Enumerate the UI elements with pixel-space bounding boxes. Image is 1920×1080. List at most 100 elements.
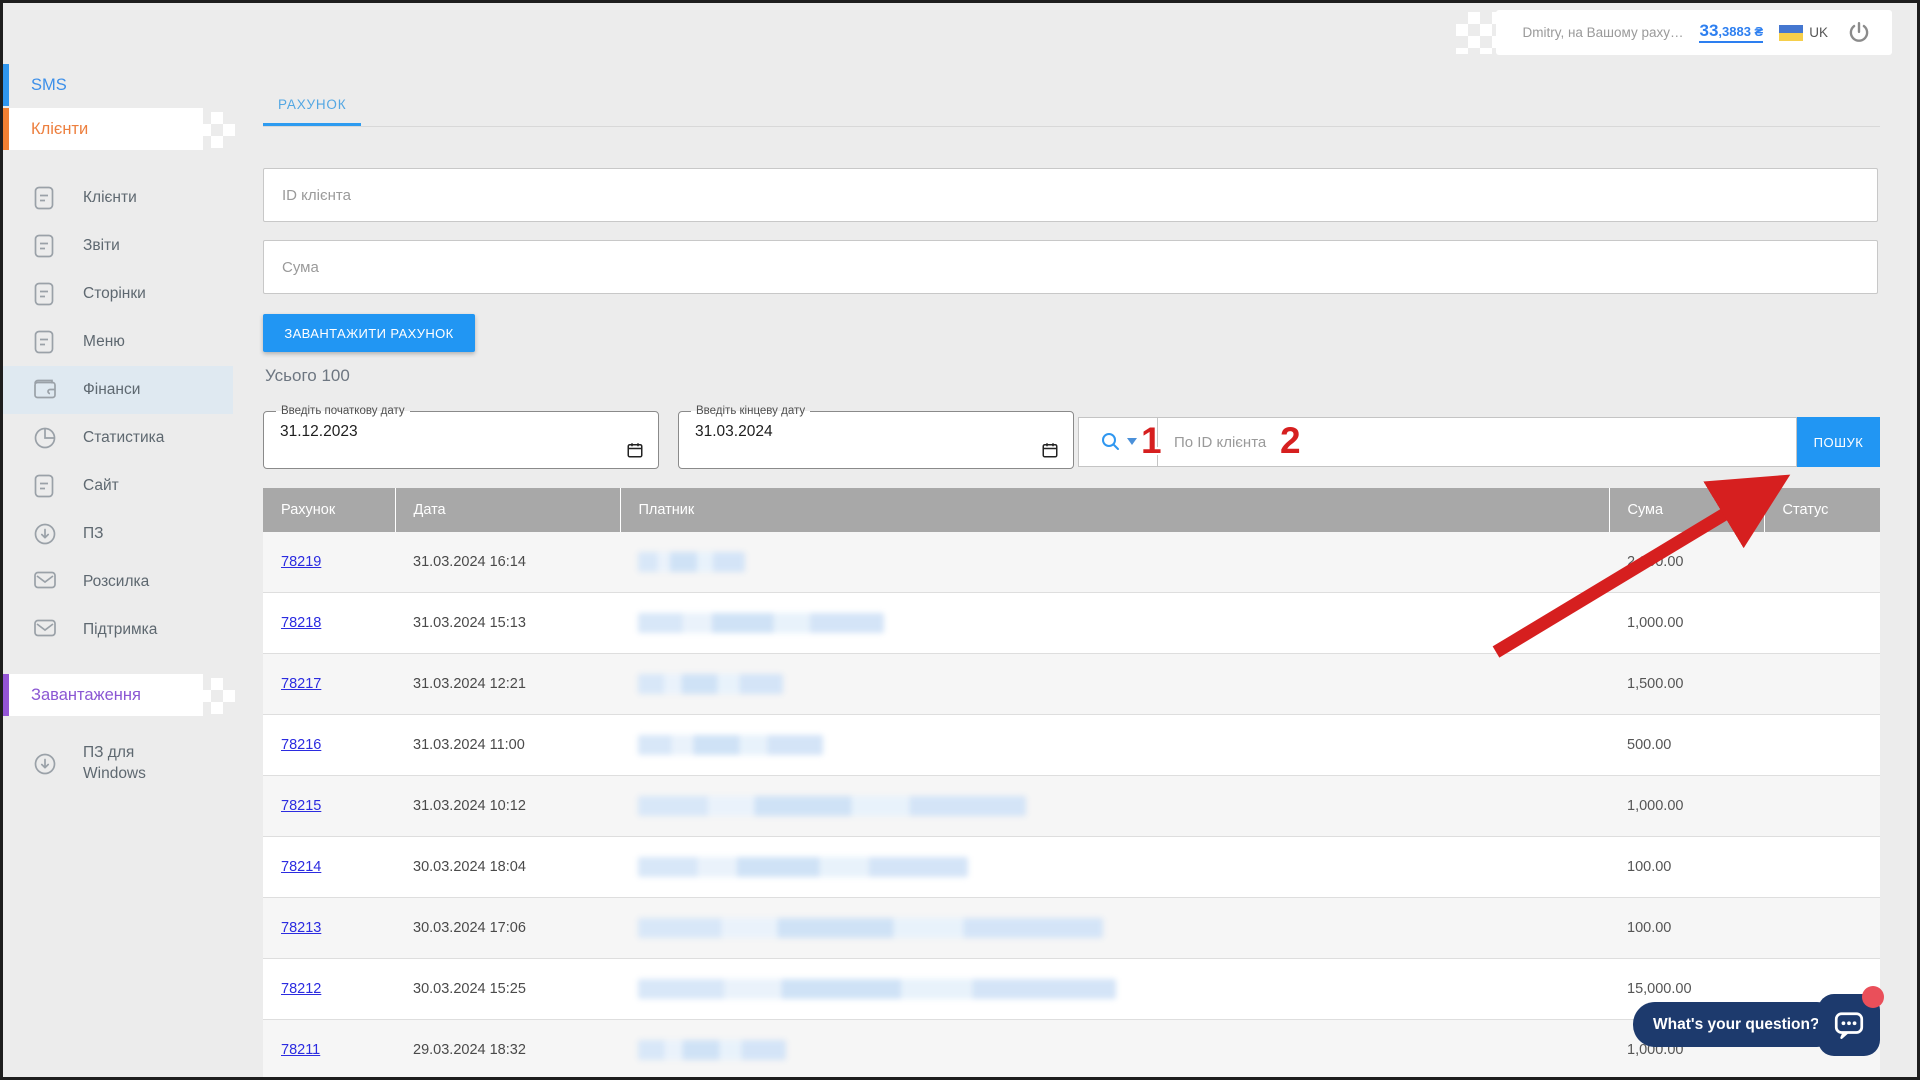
- tab-invoice[interactable]: РАХУНОК: [263, 86, 361, 126]
- table-row: 7821430.03.2024 18:04100.00: [263, 837, 1880, 898]
- total-count-label: Усього 100: [265, 366, 350, 386]
- payer-blurred: [638, 857, 968, 877]
- invoice-amount: 1,000.00: [1609, 593, 1764, 654]
- end-date-value[interactable]: 31.03.2024: [679, 417, 1073, 441]
- payer-blurred: [638, 1040, 786, 1060]
- sidebar-item-label: Розсилка: [83, 572, 149, 593]
- annotation-number-1: 1: [1141, 420, 1162, 462]
- invoice-link[interactable]: 78216: [281, 737, 321, 753]
- payer-blurred: [638, 979, 1116, 999]
- invoice-amount: 500.00: [1609, 715, 1764, 776]
- invoice-link[interactable]: 78215: [281, 798, 321, 814]
- section-color-bar: [3, 64, 9, 106]
- tab-bar: РАХУНОК: [263, 86, 1880, 127]
- invoice-link[interactable]: 78218: [281, 615, 321, 631]
- doc-icon: [33, 186, 57, 210]
- mail-icon: [33, 618, 57, 642]
- invoice-amount: 1,000.00: [1609, 776, 1764, 837]
- table-row: 7821330.03.2024 17:06100.00: [263, 898, 1880, 959]
- annotation-number-2: 2: [1280, 420, 1301, 462]
- start-date-value[interactable]: 31.12.2023: [264, 417, 658, 441]
- chat-prompt-bubble[interactable]: What's your question?: [1633, 1002, 1839, 1047]
- column-header-payer: Платник: [620, 488, 1609, 532]
- sidebar-item-label: Підтримка: [83, 620, 157, 641]
- start-date-label: Введіть початкову дату: [276, 405, 410, 417]
- wallet-icon: [33, 378, 57, 402]
- payer-blurred: [638, 796, 1026, 816]
- invoice-status: [1764, 776, 1880, 837]
- column-header-invoice: Рахунок: [263, 488, 395, 532]
- section-label: SMS: [31, 76, 67, 95]
- sidebar-item-label: Сторінки: [83, 284, 146, 305]
- payer-blurred: [638, 918, 1103, 938]
- mail-icon: [33, 570, 57, 594]
- section-label: Клієнти: [31, 120, 88, 139]
- invoice-link[interactable]: 78214: [281, 859, 321, 875]
- doc-icon: [33, 234, 57, 258]
- sidebar-item[interactable]: ПЗ: [3, 510, 233, 558]
- invoice-amount: 1,500.00: [1609, 654, 1764, 715]
- search-icon: [1099, 430, 1123, 454]
- invoice-link[interactable]: 78211: [281, 1042, 320, 1058]
- invoice-date: 31.03.2024 16:14: [395, 532, 620, 593]
- sidebar-item-label: Фінанси: [83, 380, 140, 401]
- payer-blurred: [638, 674, 783, 694]
- payer-blurred: [638, 552, 745, 572]
- sidebar-section-downloads[interactable]: Завантаження: [3, 674, 203, 716]
- calendar-icon[interactable]: [1041, 441, 1059, 464]
- sidebar-item[interactable]: Фінанси: [3, 366, 233, 414]
- invoice-link[interactable]: 78212: [281, 981, 321, 997]
- column-header-date: Дата: [395, 488, 620, 532]
- sidebar-item[interactable]: Розсилка: [3, 558, 233, 606]
- client-id-input[interactable]: [263, 168, 1878, 222]
- invoice-link[interactable]: 78217: [281, 676, 321, 692]
- sidebar-item[interactable]: Звіти: [3, 222, 233, 270]
- main-content: РАХУНОК ЗАВАНТАЖИТИ РАХУНОК Усього 100 В…: [263, 64, 1880, 1077]
- download-icon: [33, 522, 57, 546]
- invoice-link[interactable]: 78219: [281, 554, 321, 570]
- sidebar-item[interactable]: Клієнти: [3, 174, 233, 222]
- sidebar-item[interactable]: Статистика: [3, 414, 233, 462]
- sidebar-item[interactable]: Сайт: [3, 462, 233, 510]
- pixel-decoration: [199, 678, 235, 714]
- language-selector[interactable]: UK: [1779, 25, 1828, 41]
- ukraine-flag-icon: [1779, 25, 1803, 41]
- table-row: 78216 31.03.2024 11:00 500.00: [263, 715, 1880, 776]
- section-label: Завантаження: [31, 686, 141, 705]
- sidebar-section-sms[interactable]: SMS: [3, 64, 233, 106]
- sidebar-item-pz-windows[interactable]: ПЗ для Windows: [3, 732, 233, 796]
- download-invoice-button[interactable]: ЗАВАНТАЖИТИ РАХУНОК: [263, 314, 475, 352]
- invoice-amount: 2,000.00: [1609, 532, 1764, 593]
- search-button[interactable]: ПОШУК: [1797, 417, 1880, 467]
- sidebar-item[interactable]: Меню: [3, 318, 233, 366]
- search-group: ПОШУК: [1078, 417, 1880, 467]
- end-date-field[interactable]: Введіть кінцеву дату 31.03.2024: [678, 405, 1074, 469]
- sum-input[interactable]: [263, 240, 1878, 294]
- invoice-link[interactable]: 78213: [281, 920, 321, 936]
- sidebar-section-clients[interactable]: Клієнти: [3, 108, 203, 150]
- search-by-client-id-input[interactable]: [1158, 417, 1797, 467]
- start-date-field[interactable]: Введіть початкову дату 31.12.2023: [263, 405, 659, 469]
- invoices-table: Рахунок Дата Платник Сума Статус 7821931…: [263, 488, 1880, 1077]
- balance-link[interactable]: 33,3883 ₴: [1699, 22, 1763, 43]
- sidebar-item-label: Звіти: [83, 236, 120, 257]
- pixel-decoration: [199, 112, 235, 148]
- power-icon: [1846, 20, 1872, 46]
- user-account-card: Dmitry, на Вашому раху… 33,3883 ₴ UK: [1496, 10, 1892, 55]
- language-code: UK: [1809, 25, 1828, 40]
- sidebar-item[interactable]: Сторінки: [3, 270, 233, 318]
- invoice-date: 30.03.2024 17:06: [395, 898, 620, 959]
- invoice-date: 31.03.2024 11:00: [395, 715, 620, 776]
- pie-icon: [33, 426, 57, 450]
- logout-button[interactable]: [1844, 18, 1874, 48]
- invoice-status: [1764, 837, 1880, 898]
- sidebar-item-label: Клієнти: [83, 188, 137, 209]
- payer-blurred: [638, 735, 823, 755]
- doc-icon: [33, 330, 57, 354]
- invoice-date: 31.03.2024 10:12: [395, 776, 620, 837]
- table-row: 7821831.03.2024 15:131,000.00: [263, 593, 1880, 654]
- sidebar-nav: Клієнти Звіти Сторінки Меню Фінанси Статистик…: [3, 174, 233, 654]
- sidebar-item-label: ПЗ: [83, 524, 104, 545]
- calendar-icon[interactable]: [626, 441, 644, 464]
- sidebar-item[interactable]: Підтримка: [3, 606, 233, 654]
